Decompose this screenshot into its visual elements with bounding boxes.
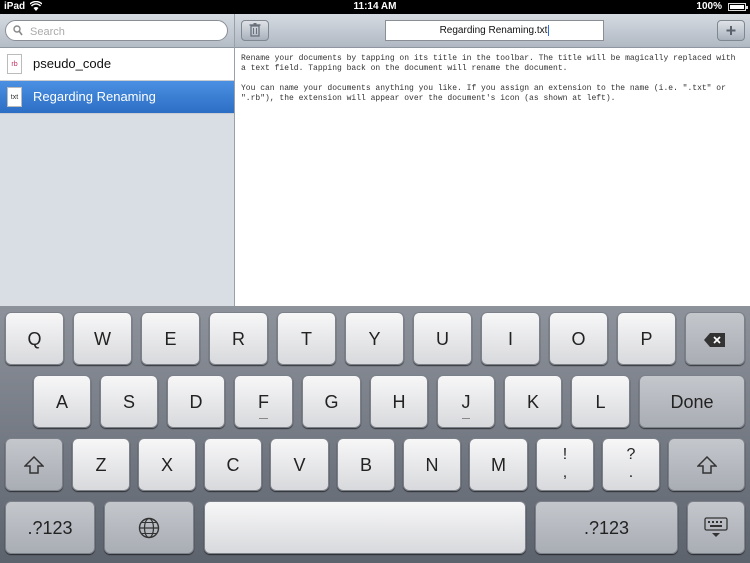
key-exclamation-comma[interactable]: !, — [536, 438, 594, 491]
numbers-key-left[interactable]: .?123 — [5, 501, 95, 554]
text-caret — [548, 24, 550, 36]
search-bar — [0, 14, 234, 48]
key-j[interactable]: J — [437, 375, 495, 428]
document-label: pseudo_code — [33, 56, 112, 71]
plus-icon — [726, 26, 736, 35]
globe-key[interactable] — [104, 501, 194, 554]
key-k[interactable]: K — [504, 375, 562, 428]
trash-button[interactable] — [241, 20, 269, 41]
key-h[interactable]: H — [370, 375, 428, 428]
key-f[interactable]: F — [234, 375, 293, 428]
document-row[interactable]: rb pseudo_code — [0, 48, 234, 81]
key-b[interactable]: B — [337, 438, 395, 491]
backspace-icon — [704, 333, 725, 347]
key-e[interactable]: E — [141, 312, 200, 365]
on-screen-keyboard: Q W E R T Y U I O P A S D F G H J K L Do… — [0, 306, 750, 563]
backspace-key[interactable] — [685, 312, 745, 365]
key-z[interactable]: Z — [72, 438, 130, 491]
key-f-label: F — [258, 392, 269, 412]
key-d[interactable]: D — [167, 375, 225, 428]
keyboard-dismiss-icon — [704, 517, 728, 537]
document-title: Regarding Renaming.txt — [439, 25, 548, 36]
key-bottom-symbol: , — [562, 464, 568, 481]
key-top-symbol: ? — [626, 446, 636, 463]
numbers-key-right[interactable]: .?123 — [535, 501, 678, 554]
txt-document-icon: txt — [7, 87, 22, 107]
key-a[interactable]: A — [33, 375, 91, 428]
trash-icon — [249, 23, 261, 37]
key-x[interactable]: X — [138, 438, 196, 491]
search-icon — [13, 25, 23, 36]
key-j-label: J — [461, 392, 471, 412]
done-key[interactable]: Done — [639, 375, 745, 428]
key-o[interactable]: O — [549, 312, 608, 365]
editor-toolbar: Regarding Renaming.txt — [235, 14, 750, 48]
rb-document-icon: rb — [7, 54, 22, 74]
document-editor: Regarding Renaming.txt Rename your docum… — [235, 14, 750, 306]
key-u[interactable]: U — [413, 312, 472, 365]
shift-key-left[interactable] — [5, 438, 63, 491]
shift-key-right[interactable] — [668, 438, 745, 491]
key-bottom-symbol: . — [628, 464, 634, 481]
key-l[interactable]: L — [571, 375, 630, 428]
key-question-period[interactable]: ?. — [602, 438, 660, 491]
key-r[interactable]: R — [209, 312, 268, 365]
key-g[interactable]: G — [302, 375, 361, 428]
key-w[interactable]: W — [73, 312, 132, 365]
globe-icon — [138, 517, 160, 539]
search-input[interactable] — [28, 23, 222, 40]
key-p[interactable]: P — [617, 312, 676, 365]
document-title-field[interactable]: Regarding Renaming.txt — [385, 20, 604, 41]
status-time: 11:14 AM — [353, 1, 397, 12]
key-s[interactable]: S — [100, 375, 158, 428]
key-y[interactable]: Y — [345, 312, 404, 365]
home-row-marker — [462, 418, 470, 419]
status-bar: iPad 11:14 AM 100% — [0, 0, 750, 14]
search-field[interactable] — [5, 20, 228, 41]
key-i[interactable]: I — [481, 312, 540, 365]
battery-icon — [728, 3, 748, 11]
document-paragraph: You can name your documents anything you… — [241, 84, 726, 103]
document-sidebar: rb pseudo_code txt Regarding Renaming — [0, 14, 235, 306]
document-row-selected[interactable]: txt Regarding Renaming — [0, 81, 234, 114]
document-text-area[interactable]: Rename your documents by tapping on its … — [235, 48, 750, 104]
add-document-button[interactable] — [717, 20, 745, 41]
key-q[interactable]: Q — [5, 312, 64, 365]
document-paragraph: Rename your documents by tapping on its … — [241, 54, 736, 73]
key-c[interactable]: C — [204, 438, 262, 491]
shift-icon — [23, 455, 45, 474]
key-n[interactable]: N — [403, 438, 461, 491]
shift-icon — [695, 455, 718, 474]
key-t[interactable]: T — [277, 312, 336, 365]
home-row-marker — [259, 418, 268, 419]
document-label: Regarding Renaming — [33, 89, 156, 104]
hide-keyboard-key[interactable] — [687, 501, 745, 554]
space-bar[interactable] — [204, 501, 526, 554]
key-top-symbol: ! — [562, 446, 568, 463]
battery-percent: 100% — [696, 1, 722, 12]
key-v[interactable]: V — [270, 438, 329, 491]
key-m[interactable]: M — [469, 438, 528, 491]
